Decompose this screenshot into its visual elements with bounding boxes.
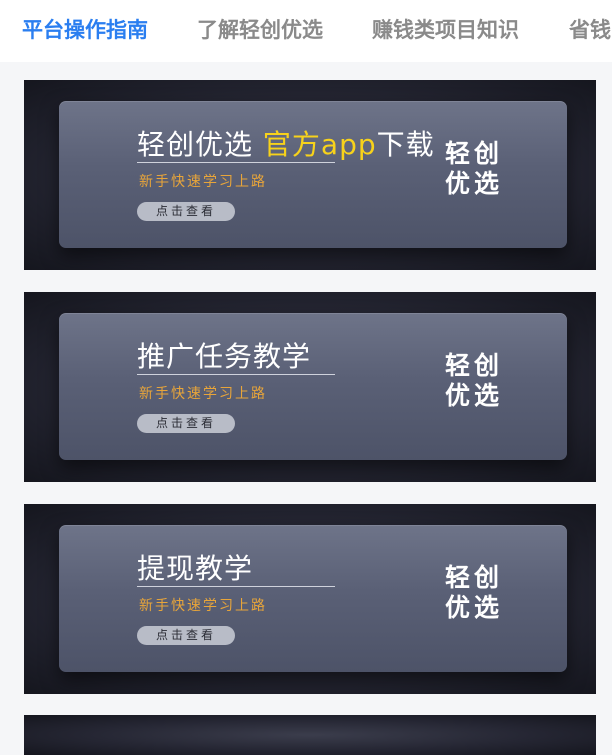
- banner-title-highlight: 官方app: [262, 128, 377, 161]
- logo-line-1: 轻创: [445, 139, 504, 168]
- banner-partial[interactable]: [24, 715, 596, 755]
- view-button[interactable]: 点击查看: [137, 202, 235, 221]
- banner-card: 提现教学 新手快速学习上路 点击查看 轻创 优选: [59, 525, 567, 672]
- logo-line-2: 优选: [445, 381, 504, 410]
- banner-title-tail: 下载: [376, 128, 435, 161]
- tab-saving[interactable]: 省钱: [569, 14, 611, 46]
- banner-subtitle: 新手快速学习上路: [139, 386, 267, 402]
- banner-subtitle: 新手快速学习上路: [139, 598, 267, 614]
- banner-withdraw-tutorial[interactable]: 提现教学 新手快速学习上路 点击查看 轻创 优选: [24, 504, 596, 694]
- brand-logo: 轻创 优选: [445, 351, 511, 411]
- banner-app-download[interactable]: 轻创优选 官方app下载 新手快速学习上路 点击查看 轻创 优选: [24, 80, 596, 270]
- tab-about-qingchuang[interactable]: 了解轻创优选: [197, 14, 323, 46]
- banner-promotion-tutorial[interactable]: 推广任务教学 新手快速学习上路 点击查看 轻创 优选: [24, 292, 596, 482]
- banner-title: 推广任务教学: [137, 340, 312, 373]
- title-underline: [137, 374, 335, 375]
- logo-line-2: 优选: [445, 593, 504, 622]
- title-underline: [137, 162, 335, 163]
- banner-subtitle: 新手快速学习上路: [139, 174, 267, 190]
- banner-title: 提现教学: [137, 552, 254, 585]
- tab-earning-projects[interactable]: 赚钱类项目知识: [372, 14, 519, 46]
- logo-line-1: 轻创: [445, 563, 504, 592]
- banner-card: 推广任务教学 新手快速学习上路 点击查看 轻创 优选: [59, 313, 567, 460]
- brand-logo: 轻创 优选: [445, 139, 511, 199]
- banner-title-text: 轻创优选: [137, 128, 263, 161]
- logo-line-1: 轻创: [445, 351, 504, 380]
- banner-title: 轻创优选 官方app下载: [137, 123, 435, 163]
- view-button[interactable]: 点击查看: [137, 414, 235, 433]
- banner-card: 轻创优选 官方app下载 新手快速学习上路 点击查看 轻创 优选: [59, 101, 567, 248]
- tab-platform-guide[interactable]: 平台操作指南: [22, 14, 148, 46]
- title-underline: [137, 586, 335, 587]
- category-tab-bar: 平台操作指南 了解轻创优选 赚钱类项目知识 省钱: [0, 0, 612, 62]
- view-button[interactable]: 点击查看: [137, 626, 235, 645]
- brand-logo: 轻创 优选: [445, 563, 511, 623]
- logo-line-2: 优选: [445, 169, 504, 198]
